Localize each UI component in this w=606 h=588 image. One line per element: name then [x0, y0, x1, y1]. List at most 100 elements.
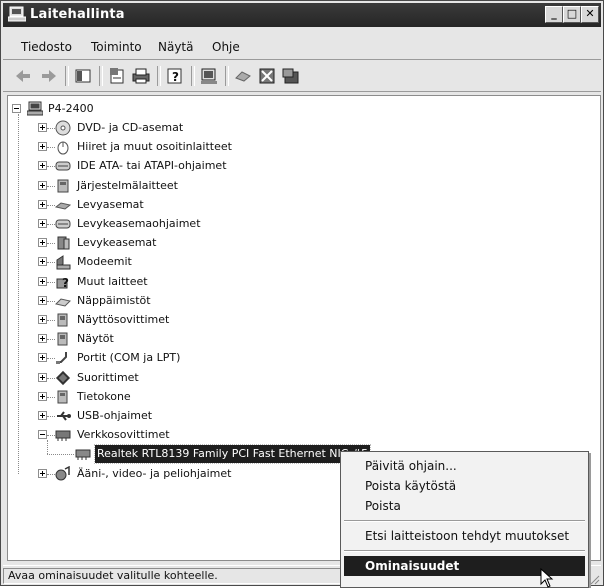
- tree-item[interactable]: Hiiret ja muut osoitinlaitteet: [38, 138, 340, 156]
- tree-item[interactable]: Levykeasemat: [38, 234, 340, 252]
- expand-toggle[interactable]: [38, 295, 47, 305]
- tree-item[interactable]: Näyttösovittimet: [38, 311, 340, 329]
- system-device-icon: [57, 179, 69, 193]
- expand-toggle[interactable]: [38, 334, 47, 344]
- tree-item[interactable]: Ääni-, video- ja peliohjaimet: [38, 465, 340, 483]
- scan-hardware-icon[interactable]: [199, 66, 219, 86]
- tree-item-label: Ääni-, video- ja peliohjaimet: [77, 466, 232, 480]
- tree-item[interactable]: IDE ATA- tai ATAPI-ohjaimet: [38, 157, 340, 175]
- tree-item[interactable]: Levyasemat: [38, 196, 340, 214]
- back-arrow-icon[interactable]: [13, 66, 33, 86]
- resize-grip-icon[interactable]: [588, 573, 600, 585]
- tree-item-label: USB-ohjaimet: [77, 409, 153, 422]
- tree-item-label: Näyttösovittimet: [77, 313, 170, 326]
- tree-item-label: Hiiret ja muut osoitinlaitteet: [77, 140, 232, 154]
- help-icon[interactable]: ?: [165, 66, 185, 86]
- tree-item[interactable]: Portit (COM ja LPT): [38, 349, 340, 367]
- menu-bar: Tiedosto Toiminto Näytä Ohje: [3, 31, 601, 60]
- keyboard-icon: [55, 298, 71, 307]
- disable-device-icon[interactable]: [257, 66, 277, 86]
- expand-toggle[interactable]: [38, 219, 47, 228]
- toolbar: ?: [3, 61, 601, 92]
- floppy-drive-icon: [55, 202, 71, 210]
- tree-item-label: Näppäimistöt: [77, 293, 151, 307]
- tree-item-label: Näytöt: [77, 332, 114, 346]
- collapse-toggle[interactable]: [38, 430, 47, 440]
- expand-toggle[interactable]: [38, 353, 47, 363]
- tree-root-label: P4-2400: [48, 102, 94, 115]
- tree-item-label: Modeemit: [77, 255, 132, 269]
- expand-toggle[interactable]: [38, 180, 47, 190]
- tree-item[interactable]: Tietokone: [38, 388, 340, 406]
- menu-item-poista-käytöstä[interactable]: Poista käytöstä: [344, 476, 585, 496]
- monitor-icon: [57, 332, 68, 346]
- device-manager-icon: [8, 6, 26, 22]
- uninstall-icon[interactable]: [233, 66, 253, 86]
- tree-item-label: Tietokone: [77, 389, 131, 403]
- tree-item[interactable]: Näytöt: [38, 330, 340, 348]
- tree-item[interactable]: Modeemit: [38, 253, 340, 271]
- close-button[interactable]: ✕: [581, 6, 599, 23]
- tree-item[interactable]: USB-ohjaimet: [38, 407, 340, 425]
- menu-item-etsi-laitteistoon-tehdyt-muutokset[interactable]: Etsi laitteistoon tehdyt muutokset: [344, 526, 585, 546]
- tree-item[interactable]: DVD- ja CD-asemat: [38, 119, 340, 137]
- processor-icon: [55, 370, 71, 385]
- tree-item[interactable]: Suorittimet: [38, 369, 340, 387]
- cd-drive-icon: [55, 120, 71, 136]
- menu-ohje[interactable]: Ohje: [212, 40, 240, 54]
- modem-icon: [56, 255, 71, 270]
- tree-item-label: Suorittimet: [77, 370, 139, 384]
- tree-item[interactable]: ? Muut laitteet: [38, 273, 340, 291]
- expand-toggle[interactable]: [38, 315, 47, 324]
- menu-item-päivitä-ohjain[interactable]: Päivitä ohjain...: [344, 456, 585, 476]
- forward-arrow-icon[interactable]: [39, 66, 59, 86]
- tree-item[interactable]: Järjestelmälaitteet: [38, 177, 340, 195]
- title-bar[interactable]: Laitehallinta _ □ ✕: [3, 3, 601, 27]
- display-adapter-icon: [57, 313, 68, 327]
- expand-toggle[interactable]: [38, 391, 47, 401]
- sound-icon: [55, 465, 70, 481]
- tree-item-label: Levykeasemat: [77, 236, 157, 250]
- svg-text:?: ?: [62, 276, 69, 290]
- expand-toggle[interactable]: [38, 123, 47, 132]
- tree-item-label: Levykeasemaohjaimet: [77, 217, 201, 230]
- expand-toggle[interactable]: [38, 411, 47, 420]
- port-icon: [56, 352, 67, 365]
- network-adapter-icon: [55, 430, 71, 442]
- menu-nayta[interactable]: Näytä: [158, 40, 194, 54]
- menu-item-poista[interactable]: Poista: [344, 496, 585, 516]
- mouse-icon: [57, 141, 69, 155]
- tree-root[interactable]: P4-2400: [12, 100, 214, 118]
- expand-toggle[interactable]: [38, 142, 47, 152]
- expand-toggle[interactable]: [38, 468, 47, 478]
- tree-item-label: Verkkosovittimet: [77, 428, 170, 442]
- expand-toggle[interactable]: [38, 199, 47, 209]
- menu-separator: [344, 520, 585, 522]
- minimize-button[interactable]: _: [545, 6, 563, 23]
- expand-toggle[interactable]: [38, 238, 47, 248]
- show-hide-console-tree-icon[interactable]: [73, 66, 93, 86]
- expand-toggle[interactable]: [38, 276, 47, 286]
- ide-controller-icon: [55, 161, 71, 171]
- disk-drive-icon: [57, 236, 70, 250]
- update-driver-icon[interactable]: [281, 66, 301, 86]
- print-icon[interactable]: [131, 66, 151, 86]
- collapse-toggle[interactable]: [12, 104, 21, 113]
- unknown-device-icon: ?: [56, 276, 69, 290]
- tree-item-label: Muut laitteet: [77, 274, 148, 288]
- tree-item-label: IDE ATA- tai ATAPI-ohjaimet: [77, 159, 227, 173]
- expand-toggle[interactable]: [38, 372, 47, 382]
- tree-item-label: Levyasemat: [77, 197, 144, 211]
- maximize-button[interactable]: □: [563, 6, 581, 23]
- tree-item-label: DVD- ja CD-asemat: [77, 121, 184, 134]
- menu-tiedosto[interactable]: Tiedosto: [21, 40, 72, 54]
- expand-toggle[interactable]: [38, 161, 47, 171]
- network-card-icon: [75, 449, 91, 461]
- tree-item[interactable]: Näppäimistöt: [38, 292, 340, 310]
- properties-icon[interactable]: [107, 66, 127, 86]
- menu-toiminto[interactable]: Toiminto: [91, 40, 142, 54]
- tree-item-label: Portit (COM ja LPT): [77, 351, 181, 365]
- tree-item[interactable]: Levykeasemaohjaimet: [38, 215, 340, 233]
- tree-item[interactable]: Verkkosovittimet: [38, 426, 340, 444]
- expand-toggle[interactable]: [38, 257, 47, 267]
